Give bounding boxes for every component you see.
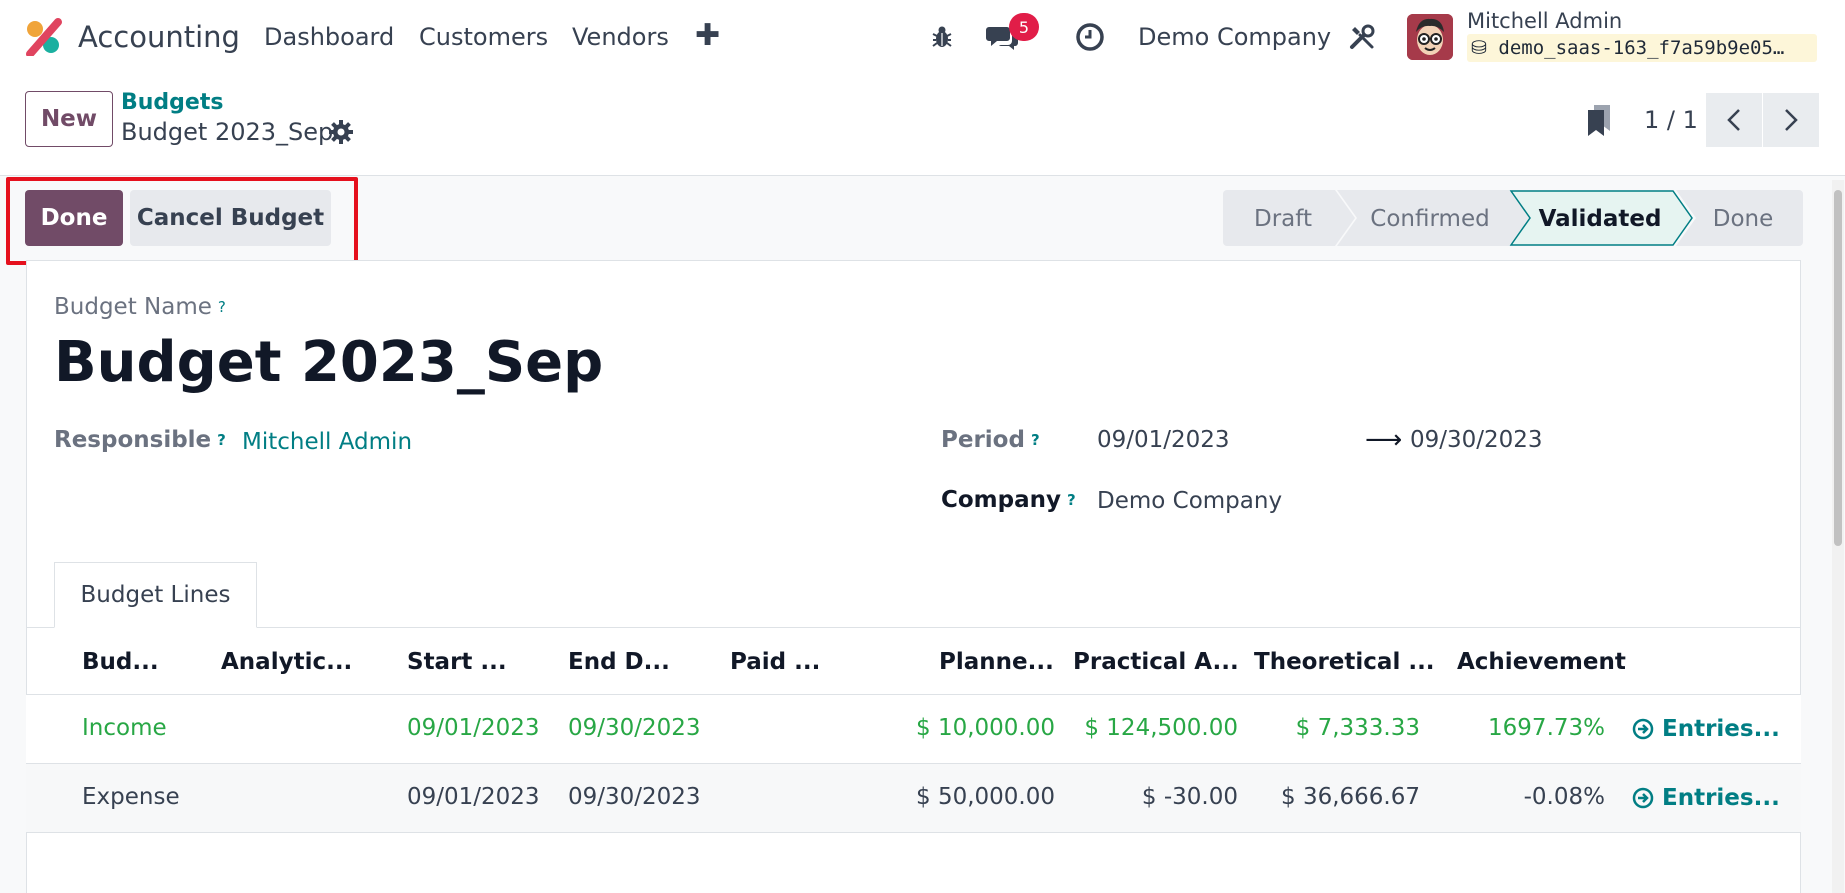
stage-draft-label: Draft [1254,206,1312,232]
arrow-circle-right-icon [1632,718,1654,740]
col-budget[interactable]: Bud... [82,646,159,678]
tab-budget-lines[interactable]: Budget Lines [54,562,257,628]
stage-validated-label: Validated [1539,206,1662,232]
arrow-right-icon: ⟶ [1365,425,1403,455]
menu-customers[interactable]: Customers [419,20,548,54]
col-practical[interactable]: Practical A... [1073,646,1239,678]
app-name[interactable]: Accounting [78,18,240,56]
col-end-date[interactable]: End D... [568,646,670,678]
col-theoretical[interactable]: Theoretical ... [1254,646,1435,678]
col-analytic[interactable]: Analytic... [221,646,352,678]
col-achievement[interactable]: Achievement [1457,646,1626,678]
status-bar: Draft Confirmed Validated Done [1223,190,1803,246]
budget-name-label: Budget Name? [54,292,226,322]
company-label: Company? [941,485,1076,515]
help-icon[interactable]: ? [1031,431,1040,449]
row-practical: $ -30.00 [1141,784,1238,810]
col-start-date[interactable]: Start ... [407,646,507,678]
accounting-app-icon[interactable] [24,18,62,56]
entries-button[interactable]: Entries... [1632,782,1780,814]
stage-confirmed[interactable]: Confirmed [1337,190,1529,246]
breadcrumb-budgets[interactable]: Budgets [121,88,223,118]
row-practical: $ 124,500.00 [1084,715,1238,741]
company-switcher[interactable]: Demo Company [1138,20,1331,54]
entries-label: Entries... [1662,716,1780,742]
avatar[interactable] [1407,14,1453,60]
stage-validated[interactable]: Validated [1509,190,1693,246]
responsible-label: Responsible? [54,425,226,455]
scrollbar-thumb[interactable] [1834,190,1842,546]
chat-badge: 5 [1009,13,1039,41]
stage-done-label: Done [1713,206,1774,232]
clock-icon[interactable] [1073,20,1107,54]
pager-value[interactable]: 1 / 1 [1644,103,1698,137]
help-icon[interactable]: ? [1067,491,1076,509]
period-label-text: Period [941,427,1025,453]
row-budget: Expense [82,784,180,810]
database-label: demo_saas-163_f7a59b9e05… [1498,37,1785,59]
chevron-right-icon [1785,109,1798,131]
responsible-label-text: Responsible [54,427,212,453]
row-planned: $ 50,000.00 [916,784,1055,810]
gear-icon[interactable] [328,119,354,145]
tools-icon[interactable] [1345,20,1379,54]
budget-name-value[interactable]: Budget 2023_Sep [54,328,603,398]
highlight-box [6,177,358,265]
responsible-value[interactable]: Mitchell Admin [242,427,412,457]
top-navbar: Accounting Dashboard Customers Vendors ✚… [0,0,1845,74]
pager-next-button[interactable] [1763,93,1819,147]
user-name[interactable]: Mitchell Admin [1467,8,1622,34]
tab-divider [26,627,1801,628]
row-end: 09/30/2023 [568,715,701,741]
row-theoretical: $ 36,666.67 [1281,784,1420,810]
company-value[interactable]: Demo Company [1097,486,1282,516]
budget-name-label-text: Budget Name [54,294,212,320]
period-label: Period? [941,425,1040,455]
row-divider [26,832,1801,833]
new-button[interactable]: New [25,91,113,147]
stage-done[interactable]: Done [1676,190,1803,246]
breadcrumb-current: Budget 2023_Sep [121,118,334,146]
col-planned[interactable]: Planne... [939,646,1054,678]
menu-dashboard[interactable]: Dashboard [264,20,394,54]
entries-button[interactable]: Entries... [1632,713,1780,745]
arrow-circle-right-icon [1632,787,1654,809]
row-achievement: -0.08% [1523,784,1605,810]
database-icon: ⛁ [1471,37,1487,59]
plus-icon[interactable]: ✚ [695,18,720,54]
row-start: 09/01/2023 [407,784,540,810]
row-start: 09/01/2023 [407,715,540,741]
row-end: 09/30/2023 [568,784,701,810]
database-name: ⛁ demo_saas-163_f7a59b9e05… [1467,34,1817,62]
help-icon[interactable]: ? [218,298,226,316]
row-planned: $ 10,000.00 [916,715,1055,741]
records-icon [1588,105,1610,136]
chevron-left-icon [1727,109,1740,131]
period-start-field[interactable]: 09/01/2023 [1097,425,1230,455]
pager-previous-button[interactable] [1706,93,1762,147]
help-icon[interactable]: ? [217,431,226,449]
period-end-field[interactable]: 09/30/2023 [1410,425,1543,455]
col-paid-date[interactable]: Paid ... [730,646,820,678]
menu-vendors[interactable]: Vendors [572,20,669,54]
company-label-text: Company [941,487,1061,513]
stage-confirmed-label: Confirmed [1370,206,1489,232]
entries-label: Entries... [1662,785,1780,811]
stage-draft[interactable]: Draft [1223,190,1355,246]
row-theoretical: $ 7,333.33 [1295,715,1420,741]
row-budget: Income [82,715,167,741]
row-achievement: 1697.73% [1488,715,1605,741]
bug-icon[interactable] [925,20,959,54]
